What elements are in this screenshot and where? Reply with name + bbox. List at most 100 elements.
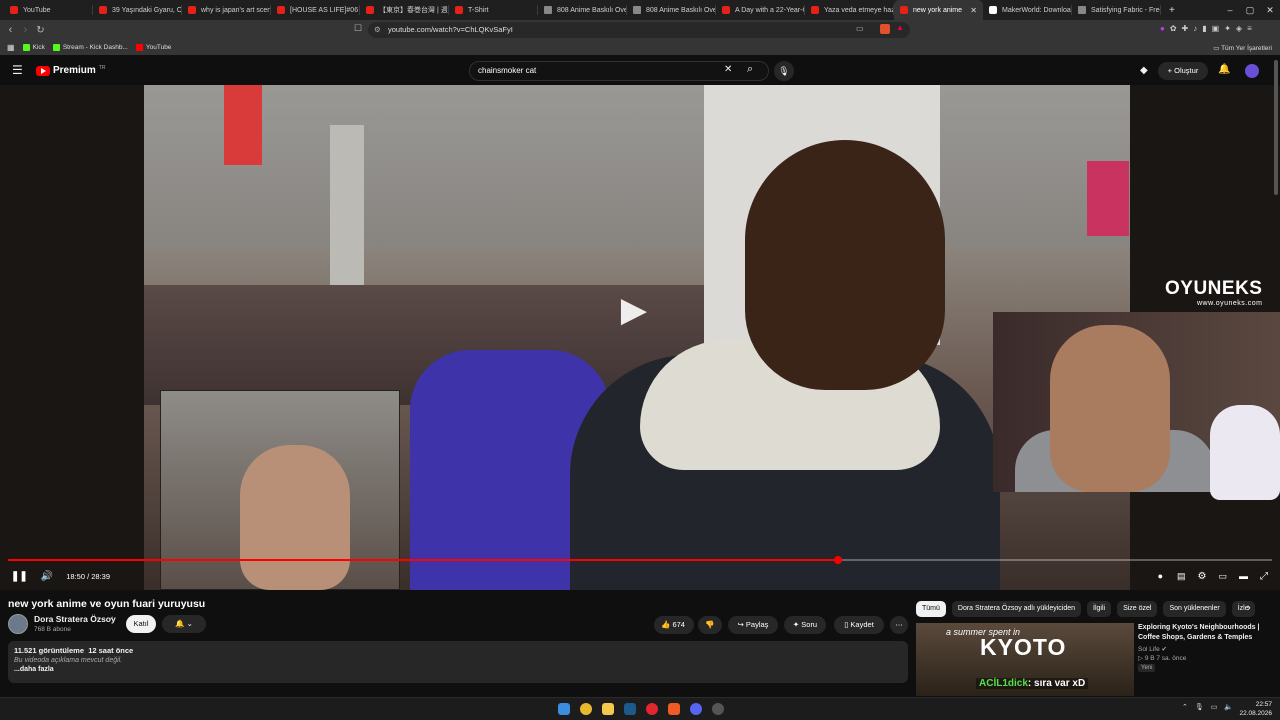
video-player[interactable]: OYUNEKS www.oyuneks.com ▶ ❚❚ 🔊 18:50 / 2… [0,85,1280,590]
bookmark-item[interactable]: YouTube [135,44,171,51]
recommended-title[interactable]: Exploring Kyoto's Neighbourhoods | Coffe… [1138,623,1268,643]
more-link[interactable]: ...daha fazla [14,666,902,673]
share-button[interactable]: ↪ Paylaş [728,616,778,634]
cast-icon[interactable]: ▭ [856,24,864,33]
save-button[interactable]: ▯ Kaydet [834,616,884,634]
opera-icon[interactable] [646,703,658,715]
obs-icon[interactable] [712,703,724,715]
filter-chip[interactable]: Size özel [1117,601,1158,617]
browser-tab[interactable]: why is japan's art scene [182,0,271,20]
steam-icon[interactable] [624,703,636,715]
like-button[interactable]: 👍 674 [654,616,694,634]
reload-icon[interactable]: ↻ [33,25,48,36]
account-avatar[interactable] [1245,64,1259,78]
bookmark-item[interactable]: Stream - Kick Dashb... [52,44,128,51]
extension-icon[interactable]: ● [1160,24,1165,33]
play-indicator-icon[interactable]: ▶ [614,290,654,330]
network-icon[interactable]: ▭ [1211,703,1218,711]
youtube-logo[interactable]: Premium TR [36,65,105,76]
ask-button[interactable]: ✦ Soru [784,616,826,634]
browser-tab[interactable]: 39 Yaşındaki Gyaru, Osa [93,0,182,20]
bookmark-star-icon[interactable]: ☐ [354,23,362,34]
puzzle-icon[interactable]: ✚ [1182,24,1189,33]
taskbar-clock[interactable]: 22:57 22.08.2026 [1239,700,1272,718]
browser-tab[interactable]: A Day with a 22-Year-O [716,0,805,20]
browser-tab[interactable]: Yaza veda etmeye hazır [805,0,894,20]
cast-button-icon[interactable]: ◆ [1140,65,1148,76]
browser-tab[interactable]: new york anime ✕ [894,0,983,20]
extensions-area: ● ✿ ✚ ♪ ▮ ▣ ✦ ◈ ≡ [1160,24,1252,33]
minimize-icon[interactable]: – [1220,0,1240,20]
autoplay-toggle-icon[interactable]: ● [1158,571,1163,581]
forward-icon[interactable]: › [18,24,33,36]
back-icon[interactable]: ‹ [3,24,18,36]
hamburger-menu-icon[interactable]: ☰ [12,63,23,77]
brave-rewards-icon[interactable]: ▲ [896,23,904,32]
speaker-icon[interactable]: 🔈 [1224,703,1233,711]
close-window-icon[interactable]: ✕ [1260,0,1280,20]
close-tab-icon[interactable]: ✕ [970,6,977,15]
leo-icon[interactable]: ✦ [1224,24,1231,33]
browser-tab[interactable]: 808 Anime Baskılı Overs [627,0,716,20]
music-icon[interactable]: ♪ [1193,24,1197,33]
clear-search-icon[interactable]: ✕ [724,64,732,75]
bookmark-item[interactable]: Kick [22,44,45,51]
new-tab-button[interactable]: + [1169,5,1175,16]
create-button[interactable]: + Oluştur [1158,62,1208,80]
recommended-video-info[interactable]: Exploring Kyoto's Neighbourhoods | Coffe… [1138,623,1268,672]
start-icon[interactable] [558,703,570,715]
fullscreen-icon[interactable]: ⤢ [1260,571,1268,582]
filter-chip[interactable]: Tümü [916,601,946,617]
progress-bar[interactable] [8,556,1272,564]
browser-tab[interactable]: T-Shirt [449,0,538,20]
brave-shield-icon[interactable] [880,24,890,34]
browser-tab[interactable]: [HOUSE AS LIFE]#06 三 [271,0,360,20]
more-actions-button[interactable]: ⋯ [890,616,908,634]
theater-mode-icon[interactable]: ▬ [1239,571,1248,581]
filter-chip[interactable]: İlgili [1087,601,1112,617]
scrollbar[interactable] [1274,60,1278,195]
all-bookmarks-folder[interactable]: ▭ Tüm Yer İşaretleri [1213,44,1272,52]
chrome-icon[interactable] [580,703,592,715]
dislike-button[interactable]: 👎 [698,616,722,634]
menu-icon[interactable]: ≡ [1247,24,1252,33]
mic-icon[interactable]: 🎙 [1195,703,1204,711]
chevron-up-icon[interactable]: ⌃ [1182,703,1188,711]
filter-chip[interactable]: İzle [1231,601,1255,617]
recommended-video-thumbnail[interactable]: a summer spent in KYOTO ACİL1dick: sıra … [916,623,1134,696]
wallet-icon[interactable]: ▣ [1212,24,1220,33]
vpn-icon[interactable]: ◈ [1236,24,1242,33]
hall-ceiling [144,85,1130,245]
channel-avatar[interactable] [8,614,28,634]
search-icon[interactable]: ⌕ [747,63,753,76]
site-info-icon[interactable]: ⚙ [374,22,381,38]
notifications-bell-icon[interactable]: 🔔 [1218,64,1230,75]
description-box[interactable]: 11.521 görüntüleme 12 saat önce Bu video… [8,641,908,683]
pause-icon[interactable]: ❚❚ [11,571,28,582]
chips-next-icon[interactable]: › [1247,602,1251,614]
miniplayer-icon[interactable]: ▭ [1218,571,1227,582]
voice-search-icon[interactable]: 🎙 [774,61,794,81]
brave-icon[interactable] [668,703,680,715]
premium-label: Premium [53,65,96,76]
join-button[interactable]: Katıl [126,615,156,633]
maximize-icon[interactable]: ▢ [1240,0,1260,20]
filter-chip[interactable]: Son yüklenenler [1163,601,1226,617]
settings-gear-icon[interactable]: ⚙ [1198,571,1207,582]
subtitles-icon[interactable]: ▤ [1177,571,1186,582]
filter-chip[interactable]: Dora Stratera Özsoy adlı yükleyiciden [951,601,1082,617]
browser-tab[interactable]: 【東京】春巻台灣 | 週刊 [360,0,449,20]
subscribed-bell-button[interactable]: 🔔 ⌄ [162,615,206,633]
browser-tab[interactable]: Satisfying Fabric - Free 3 [1072,0,1161,20]
apps-grid-icon[interactable]: ▦ [7,43,15,52]
discord-icon[interactable] [690,703,702,715]
url-input[interactable]: ⚙ youtube.com/watch?v=ChLQKvSaFyI [368,22,910,38]
browser-tab[interactable]: YouTube [4,0,93,20]
extension-icon[interactable]: ✿ [1170,24,1177,33]
browser-tab[interactable]: MakerWorld: Download [983,0,1072,20]
volume-icon[interactable]: 🔊 [41,571,53,582]
file-explorer-icon[interactable] [602,703,614,715]
sidebar-icon[interactable]: ▮ [1202,24,1206,33]
channel-name[interactable]: Dora Stratera Özsoy [34,614,116,624]
browser-tab[interactable]: 808 Anime Baskılı Overs [538,0,627,20]
